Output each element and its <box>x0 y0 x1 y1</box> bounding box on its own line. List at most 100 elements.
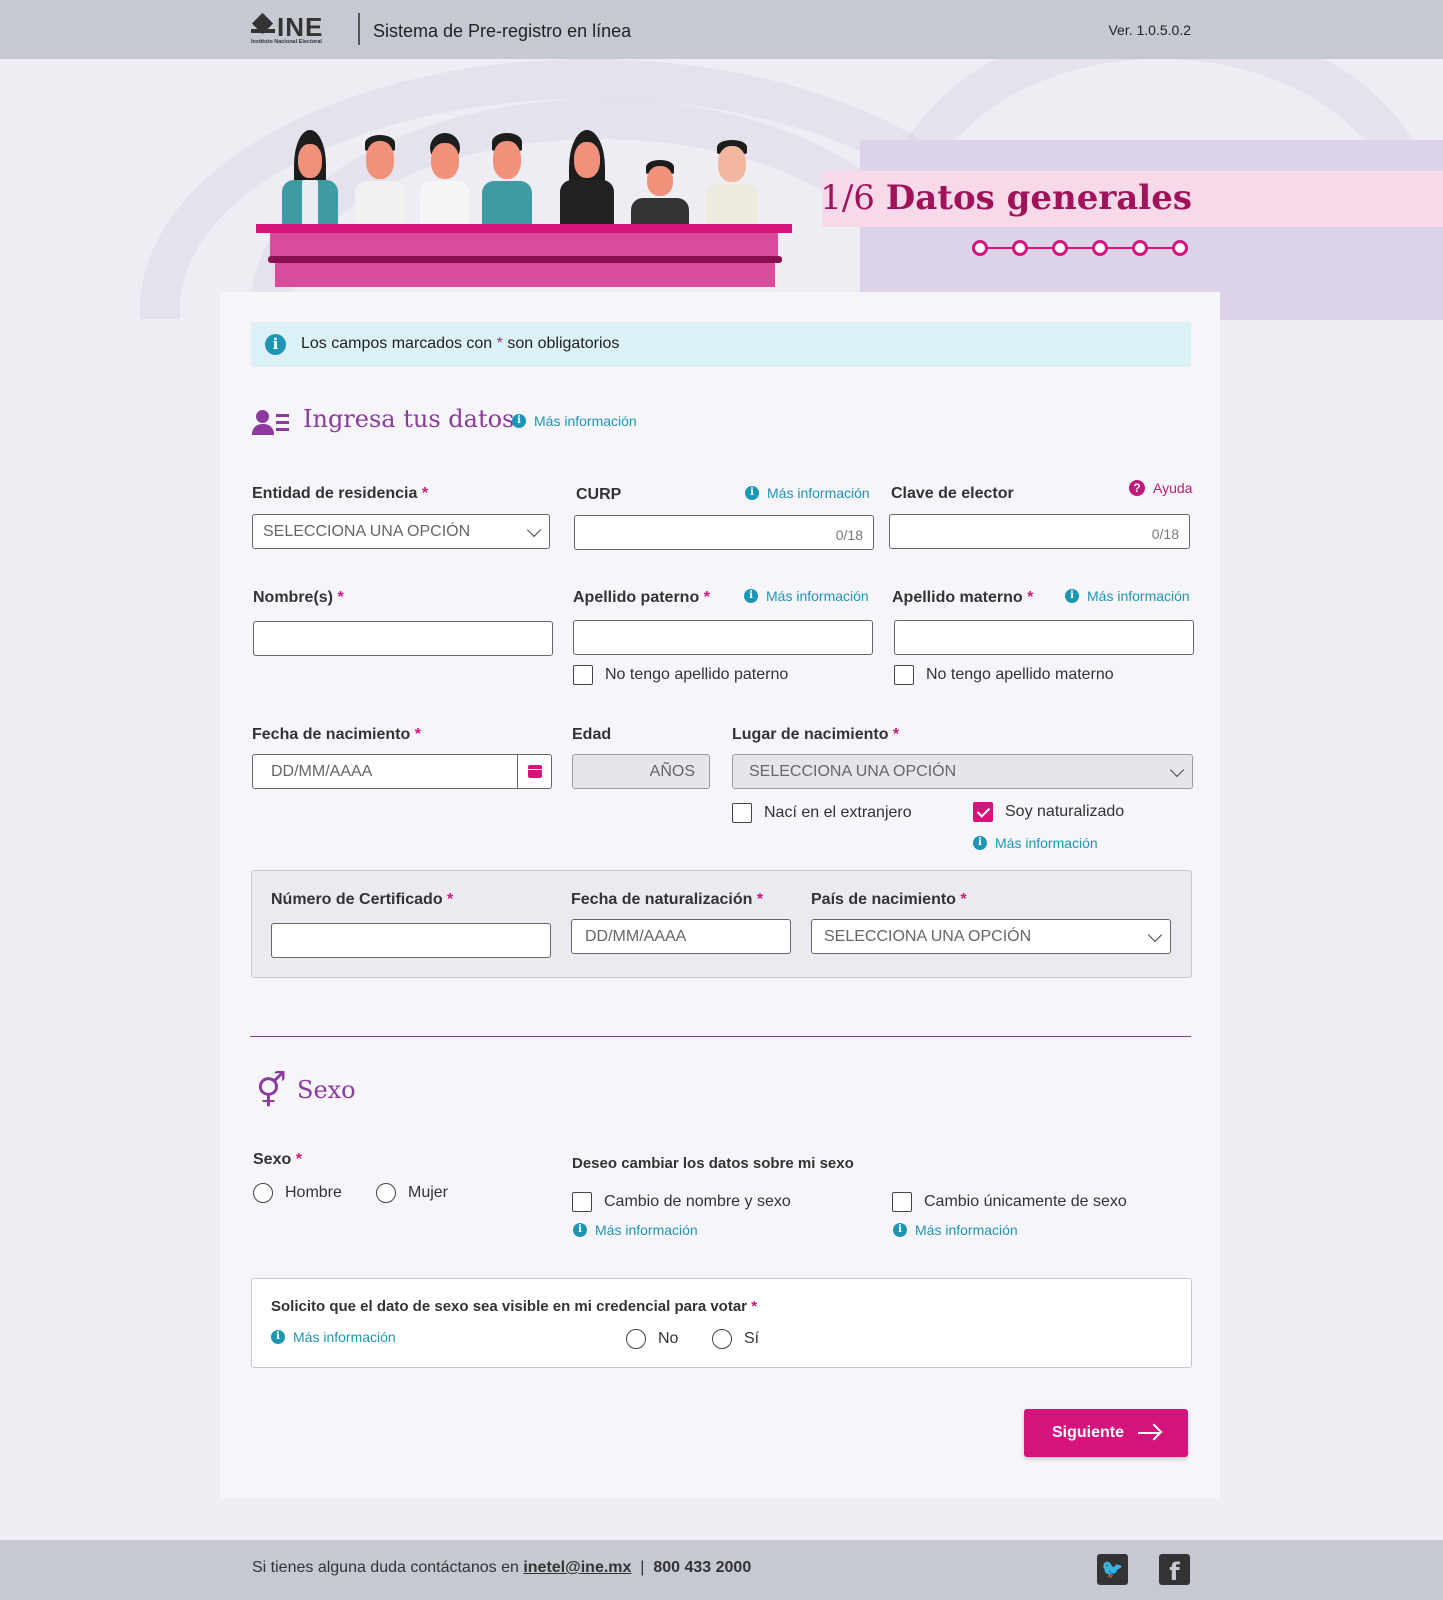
fecha-naturalizacion-label-text: Fecha de naturalización <box>571 891 753 908</box>
visibility-label-text: Solicito que el dato de sexo sea visible… <box>271 1298 748 1315</box>
logo-subtitle: Instituto Nacional Electoral <box>251 39 322 45</box>
more-info-link-name-sex[interactable]: i Más información <box>573 1222 698 1238</box>
curp-input[interactable]: 0/18 <box>574 515 874 550</box>
checkbox-box[interactable] <box>892 1192 912 1212</box>
radio-circle[interactable] <box>712 1329 732 1349</box>
curp-label: CURP <box>576 486 622 503</box>
lugar-select[interactable]: SELECCIONA UNA OPCIÓN <box>732 754 1193 789</box>
checkbox-box-checked[interactable] <box>973 802 993 822</box>
step-title: 1/6 Datos generales <box>820 178 1192 218</box>
more-info-link-visibility[interactable]: i Más información <box>271 1329 396 1345</box>
more-info-link-curp[interactable]: i Más información <box>745 485 870 501</box>
checkbox-label: No tengo apellido paterno <box>605 666 789 683</box>
more-info-link-paterno[interactable]: i Más información <box>744 588 869 604</box>
no-paterno-checkbox[interactable]: No tengo apellido paterno <box>573 665 788 685</box>
clave-input[interactable]: 0/18 <box>889 514 1190 549</box>
help-link-clave[interactable]: ? Ayuda <box>1129 480 1192 496</box>
footer-email-link[interactable]: inetel@ine.mx <box>523 1559 631 1576</box>
calendar-button[interactable] <box>517 754 552 789</box>
sexo-label: Sexo * <box>253 1151 302 1168</box>
radio-visibility-no[interactable]: No <box>626 1329 678 1349</box>
radio-hombre[interactable]: Hombre <box>253 1183 342 1203</box>
more-info-link-materno[interactable]: i Más información <box>1065 588 1190 604</box>
certificado-input[interactable] <box>271 923 551 958</box>
more-info-label: Más información <box>1087 588 1190 604</box>
step-dot <box>1132 240 1148 256</box>
checkbox-label: Nací en el extranjero <box>764 804 912 821</box>
extranjero-checkbox[interactable]: Nací en el extranjero <box>732 803 912 823</box>
radio-mujer[interactable]: Mujer <box>376 1183 448 1203</box>
fecha-naturalizacion-label: Fecha de naturalización * <box>571 891 764 908</box>
checkbox-box[interactable] <box>573 665 593 685</box>
lugar-placeholder: SELECCIONA UNA OPCIÓN <box>749 763 957 780</box>
more-info-link-datos[interactable]: i Más información <box>512 413 637 429</box>
version-label: Ver. 1.0.5.0.2 <box>1108 22 1191 38</box>
fecha-naturalizacion-placeholder: DD/MM/AAAA <box>585 928 687 945</box>
notice-text: Los campos marcados con * son obligatori… <box>301 335 619 353</box>
facebook-icon[interactable]: f <box>1159 1554 1190 1586</box>
change-sex-only-checkbox[interactable]: Cambio únicamente de sexo <box>892 1192 1127 1212</box>
certificado-label: Número de Certificado * <box>271 891 454 908</box>
paterno-label-text: Apellido paterno <box>573 589 700 606</box>
change-name-sex-checkbox[interactable]: Cambio de nombre y sexo <box>572 1192 791 1212</box>
sex-visibility-panel <box>251 1278 1192 1368</box>
more-info-label: Más información <box>766 588 869 604</box>
entidad-label-text: Entidad de residencia <box>252 485 418 502</box>
entidad-placeholder: SELECCIONA UNA OPCIÓN <box>263 523 471 540</box>
radio-circle[interactable] <box>626 1329 646 1349</box>
sexo-label-text: Sexo <box>253 1151 292 1168</box>
top-bar: INE Instituto Nacional Electoral Sistema… <box>0 0 1443 59</box>
curp-counter: 0/18 <box>835 527 863 543</box>
info-icon: i <box>744 589 758 603</box>
radio-label: No <box>658 1330 679 1347</box>
checkbox-box[interactable] <box>894 665 914 685</box>
clave-label: Clave de elector <box>891 485 1014 502</box>
calendar-icon <box>528 765 542 778</box>
step-dot <box>1052 240 1068 256</box>
info-icon: i <box>573 1223 587 1237</box>
more-info-label: Más información <box>995 835 1098 851</box>
info-icon: i <box>973 836 987 850</box>
entidad-label: Entidad de residencia * <box>252 485 429 502</box>
paterno-label: Apellido paterno * <box>573 589 710 606</box>
chevron-down-icon <box>1169 762 1185 778</box>
pais-placeholder: SELECCIONA UNA OPCIÓN <box>824 928 1032 945</box>
checkbox-box[interactable] <box>572 1192 592 1212</box>
more-info-link-sex-only[interactable]: i Más información <box>893 1222 1018 1238</box>
materno-input[interactable] <box>894 620 1194 655</box>
section-title-datos: Ingresa tus datos <box>303 405 515 433</box>
pais-select[interactable]: SELECCIONA UNA OPCIÓN <box>811 919 1171 954</box>
fecha-input[interactable]: DD/MM/AAAA <box>252 754 518 789</box>
clave-counter: 0/18 <box>1151 526 1179 542</box>
fecha-naturalizacion-input[interactable]: DD/MM/AAAA <box>571 919 791 954</box>
radio-label: Sí <box>744 1330 760 1347</box>
nombre-input[interactable] <box>253 621 553 656</box>
more-info-label: Más información <box>595 1222 698 1238</box>
section-divider <box>250 1036 1191 1037</box>
footer: Si tienes alguna duda contáctanos en ine… <box>0 1540 1443 1600</box>
checkbox-label: No tengo apellido materno <box>926 666 1114 683</box>
next-button[interactable]: Siguiente <box>1024 1409 1188 1457</box>
entidad-select[interactable]: SELECCIONA UNA OPCIÓN <box>252 514 550 549</box>
fecha-label: Fecha de nacimiento * <box>252 726 421 743</box>
no-materno-checkbox[interactable]: No tengo apellido materno <box>894 665 1114 685</box>
lugar-label-text: Lugar de nacimiento <box>732 726 889 743</box>
radio-circle[interactable] <box>376 1183 396 1203</box>
radio-circle[interactable] <box>253 1183 273 1203</box>
visibility-label: Solicito que el dato de sexo sea visible… <box>271 1298 758 1315</box>
change-sex-label: Deseo cambiar los datos sobre mi sexo <box>572 1155 854 1172</box>
twitter-icon[interactable]: 🐦 <box>1097 1554 1128 1585</box>
paterno-input[interactable] <box>573 620 873 655</box>
more-info-label: Más información <box>915 1222 1018 1238</box>
ine-logo[interactable]: INE Instituto Nacional Electoral <box>251 12 323 45</box>
naturalizado-checkbox[interactable]: Soy naturalizado <box>973 802 1124 822</box>
checkbox-box[interactable] <box>732 803 752 823</box>
more-info-link-naturalizado[interactable]: i Más información <box>973 835 1098 851</box>
footer-contact: Si tienes alguna duda contáctanos en ine… <box>252 1559 751 1577</box>
more-info-label: Más información <box>534 413 637 429</box>
edad-label: Edad <box>572 726 612 743</box>
more-info-label: Más información <box>767 485 870 501</box>
chevron-down-icon <box>526 522 542 538</box>
radio-visibility-yes[interactable]: Sí <box>712 1329 759 1349</box>
edad-suffix: AÑOS <box>649 763 695 780</box>
